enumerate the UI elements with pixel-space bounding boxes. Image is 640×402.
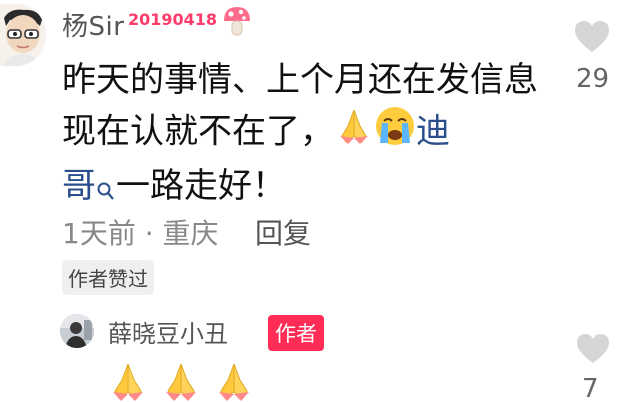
- author-badge: 作者: [268, 315, 324, 351]
- reply-emojis: [106, 362, 260, 402]
- time-location: 1天前 · 重庆: [62, 217, 219, 250]
- comment-item: 杨Sir 20190418 29 昨天的事情、上个月还在发信息现在认就不在了，迪…: [0, 0, 640, 402]
- folded-hands-emoji: [166, 363, 197, 401]
- mention-link-cont[interactable]: 哥: [62, 166, 96, 206]
- mention-link[interactable]: 迪: [416, 112, 450, 152]
- search-icon[interactable]: [96, 169, 116, 200]
- heart-icon[interactable]: [574, 20, 610, 54]
- reply-username[interactable]: 薛晓豆小丑: [108, 314, 228, 349]
- avatar[interactable]: [0, 4, 46, 66]
- comment-body-end: 一路走好！: [116, 166, 286, 206]
- reply-like-count: 7: [582, 374, 599, 402]
- heart-icon[interactable]: [576, 333, 610, 365]
- mushroom-icon: [222, 5, 252, 39]
- comment-username[interactable]: 杨Sir: [62, 6, 124, 43]
- comment-text: 昨天的事情、上个月还在发信息现在认就不在了，迪哥一路走好！: [62, 55, 562, 211]
- comment-body: 昨天的事情、上个月还在发信息现在认就不在了，: [62, 60, 538, 152]
- author-liked-badge: 作者赞过: [62, 260, 154, 295]
- user-tag: 20190418: [128, 10, 218, 29]
- crying-face-emoji: [374, 105, 416, 161]
- like-count: 29: [576, 64, 610, 94]
- folded-hands-emoji: [219, 363, 250, 401]
- folded-hands-emoji: [334, 106, 374, 160]
- reply-avatar[interactable]: [60, 314, 94, 348]
- folded-hands-emoji: [113, 363, 143, 401]
- reply-button[interactable]: 回复: [255, 212, 311, 252]
